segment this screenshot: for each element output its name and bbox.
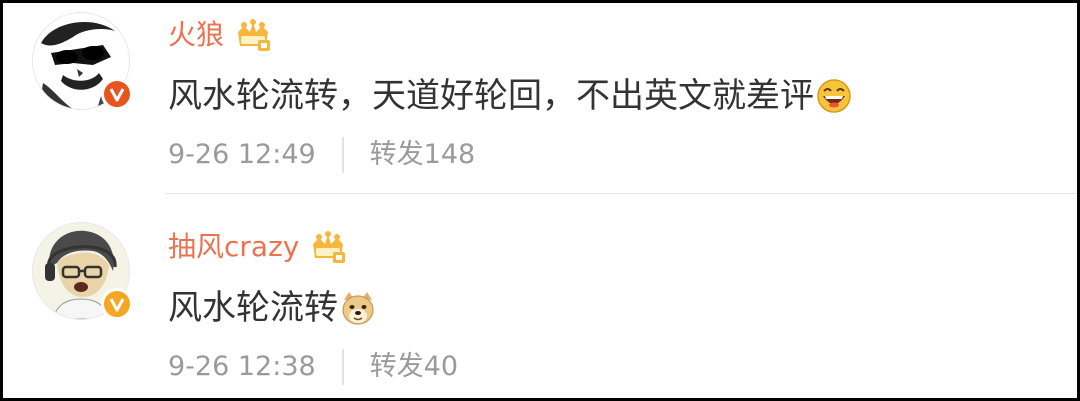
comment-text: 风水轮流转，天道好轮回，不出英文就差评	[168, 76, 814, 116]
doge-emoji-icon	[342, 292, 374, 325]
comment-item: 抽风crazy 风水轮流转 9-26 12:38 转发40	[3, 215, 1077, 398]
comment-meta: 9-26 12:49 转发148	[168, 135, 475, 175]
meta-divider	[341, 137, 344, 173]
laughing-emoji-icon	[817, 79, 851, 113]
divider	[165, 193, 1077, 194]
timestamp: 9-26 12:38	[168, 351, 316, 382]
comment-text: 风水轮流转	[168, 288, 338, 328]
comment-content: 风水轮流转，天道好轮回，不出英文就差评	[168, 71, 852, 121]
timestamp: 9-26 12:49	[168, 139, 316, 170]
comment-item: 火狼 风水轮流转，天道好轮回，不出英文就差评 9-26 12:49 转发148	[3, 3, 1077, 203]
crown-vip-icon	[313, 231, 346, 263]
username-link[interactable]: 抽风crazy	[168, 227, 299, 267]
username-link[interactable]: 火狼	[168, 15, 224, 55]
comment-content: 风水轮流转	[168, 283, 376, 333]
verified-badge-icon	[101, 78, 133, 110]
crown-vip-icon	[238, 19, 271, 51]
meta-divider	[341, 349, 344, 385]
verified-badge-icon	[101, 288, 133, 320]
user-row: 火狼	[168, 15, 272, 55]
user-row: 抽风crazy	[168, 227, 347, 267]
comment-meta: 9-26 12:38 转发40	[168, 347, 458, 387]
repost-button[interactable]: 转发40	[370, 347, 458, 387]
repost-button[interactable]: 转发148	[370, 135, 476, 175]
comment-list: 火狼 风水轮流转，天道好轮回，不出英文就差评 9-26 12:49 转发148 …	[3, 3, 1077, 398]
